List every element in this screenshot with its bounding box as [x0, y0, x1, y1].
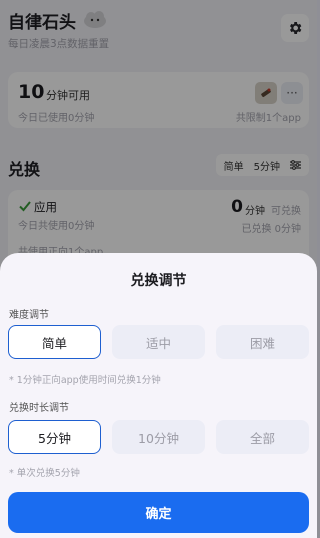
duration-label: 兑换时长调节 [9, 403, 69, 414]
difficulty-option-easy[interactable]: 简单 [8, 325, 101, 359]
difficulty-option-medium[interactable]: 适中 [112, 325, 205, 359]
duration-option-10min[interactable]: 10分钟 [112, 420, 205, 454]
duration-hint: * 单次兑换5分钟 [9, 468, 80, 479]
exchange-settings-sheet: 兑换调节 难度调节 简单 适中 困难 * 1分钟正向app使用时间兑换1分钟 兑… [0, 253, 317, 538]
difficulty-option-hard[interactable]: 困难 [216, 325, 309, 359]
difficulty-hint: * 1分钟正向app使用时间兑换1分钟 [9, 375, 161, 386]
confirm-button[interactable]: 确定 [8, 492, 309, 533]
duration-option-all[interactable]: 全部 [216, 420, 309, 454]
sheet-title: 兑换调节 [130, 273, 187, 289]
duration-option-5min[interactable]: 5分钟 [8, 420, 101, 454]
difficulty-label: 难度调节 [9, 310, 49, 321]
